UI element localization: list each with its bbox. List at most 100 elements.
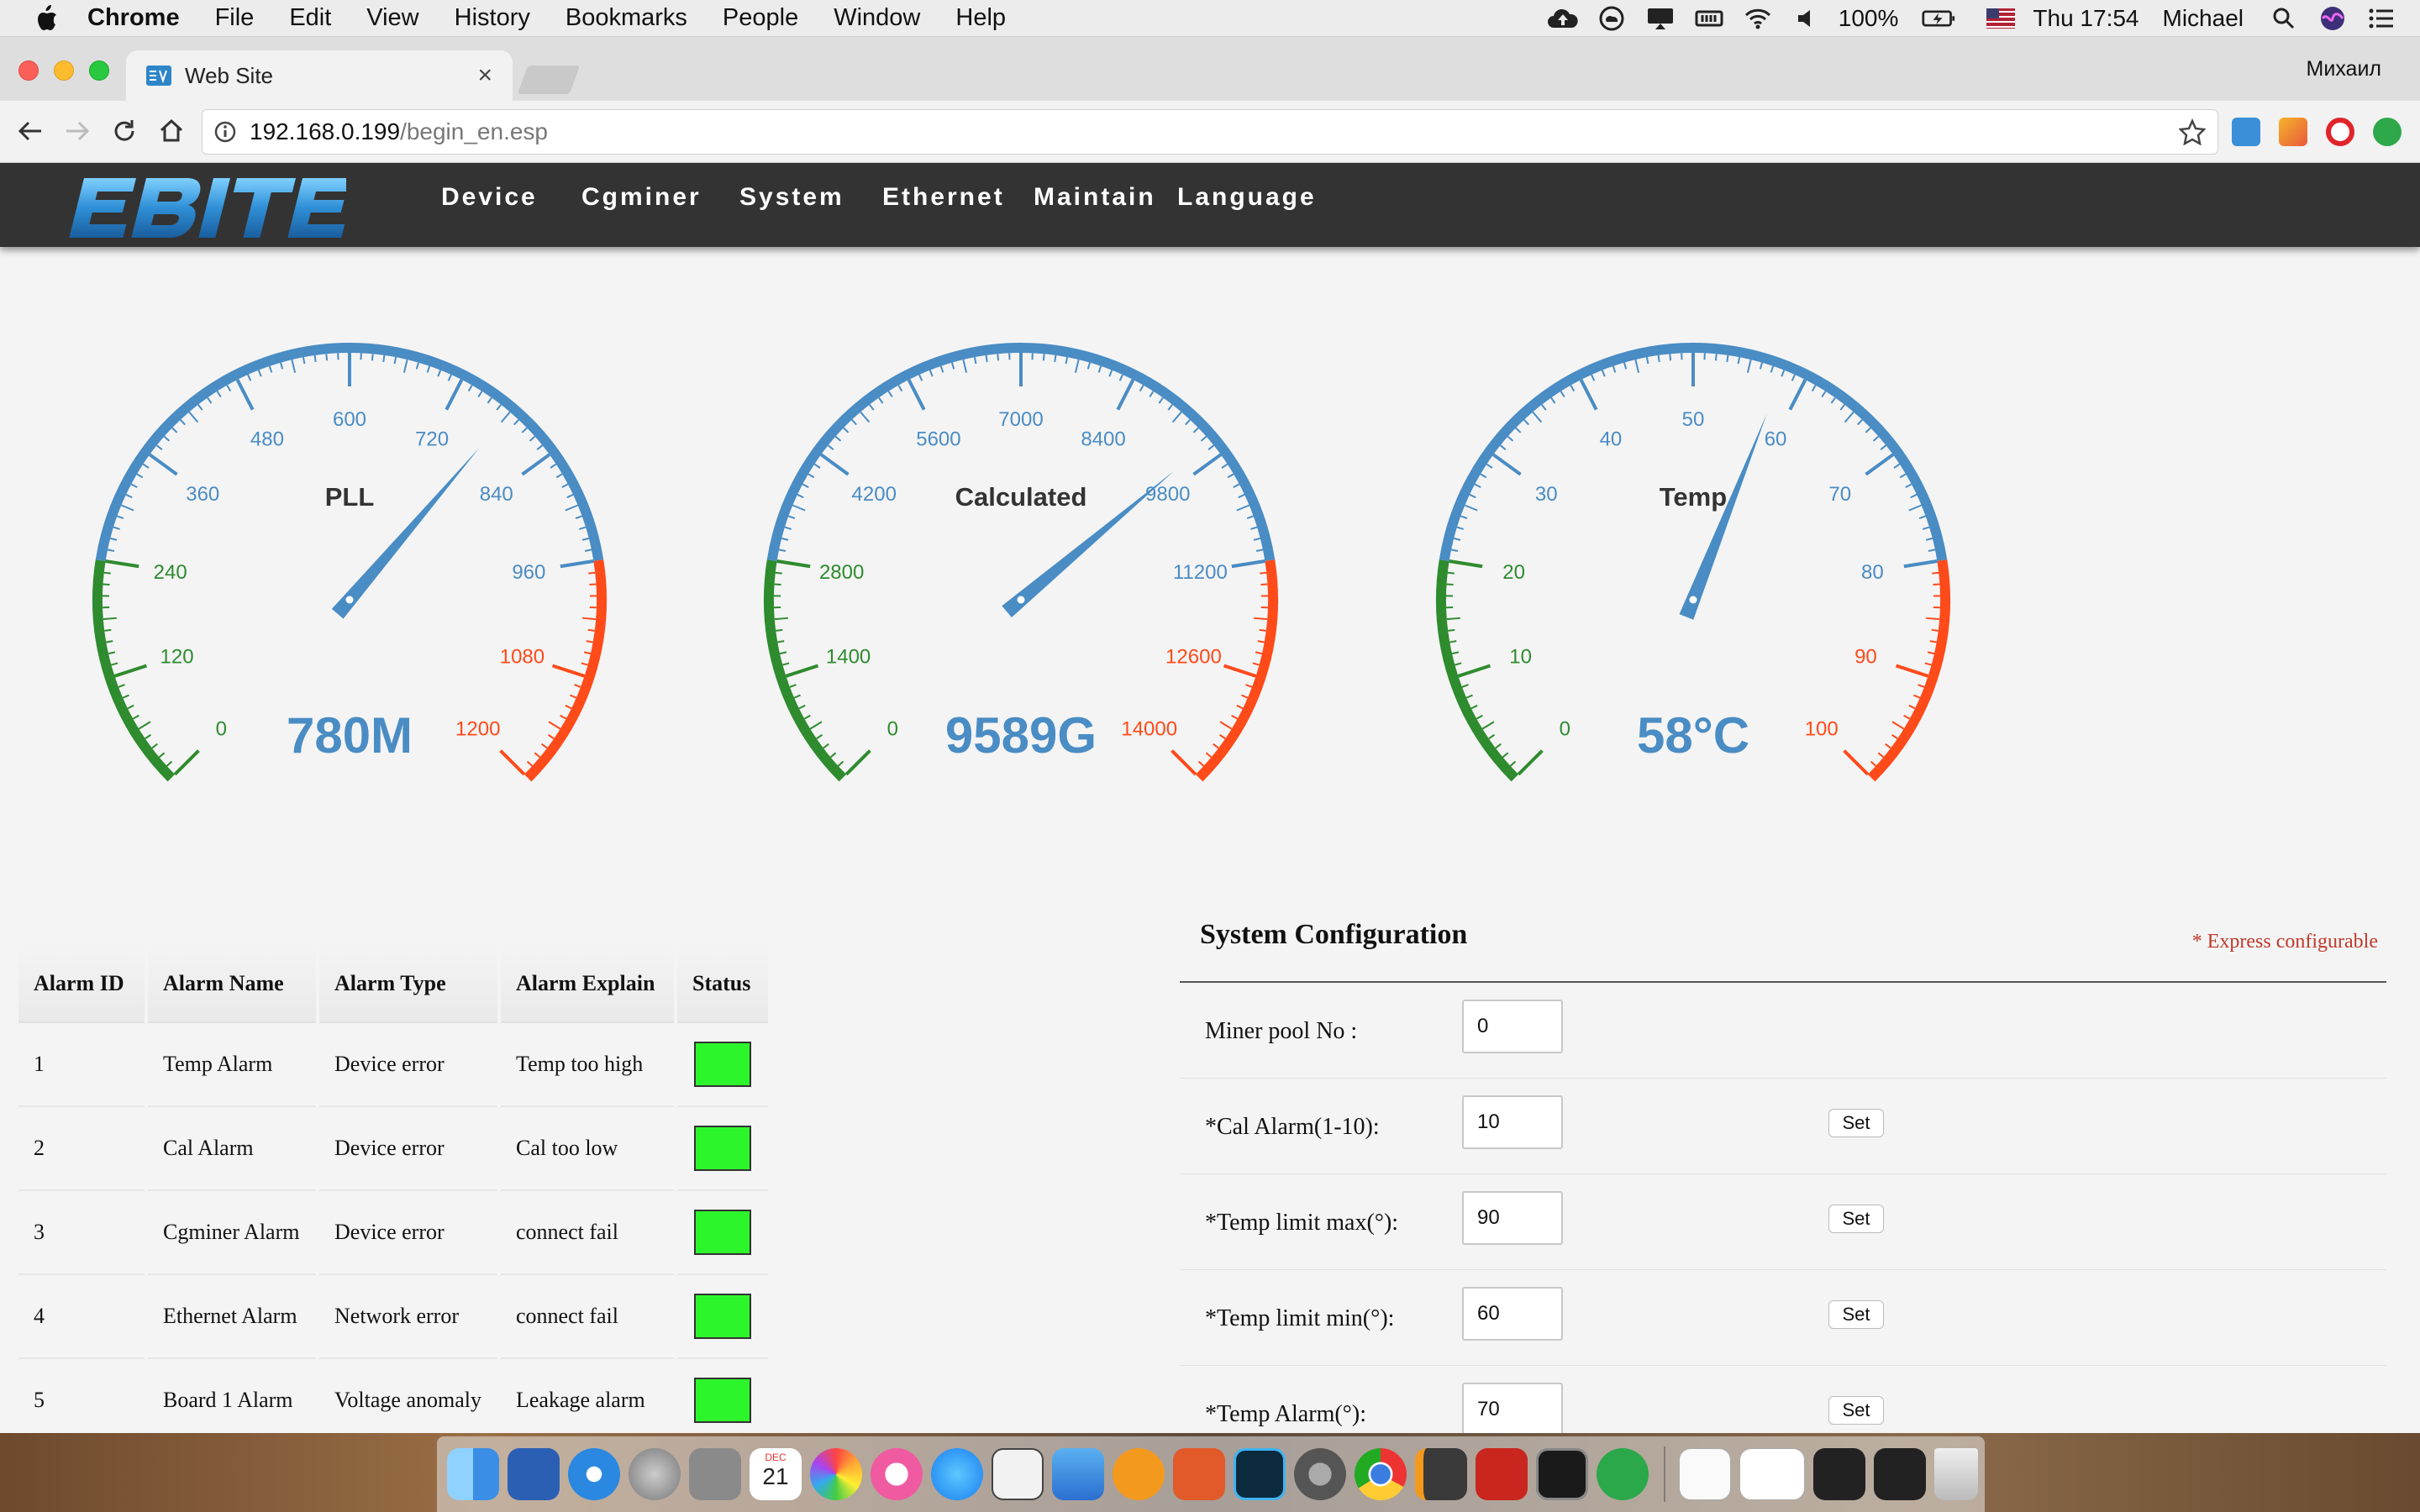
gauge-minor-tick [1449,640,1457,643]
itunes-icon[interactable] [871,1448,923,1500]
cal-alarm-input[interactable] [1462,1095,1563,1149]
gauge-major-tick [1491,453,1522,476]
extension-upload-icon[interactable] [2373,118,2402,146]
gauge-minor-tick [802,483,809,489]
temp-max-set-button[interactable]: Set [1828,1205,1884,1233]
minimize-window-button[interactable] [54,60,74,81]
window-thumbnail-icon[interactable] [1739,1448,1805,1500]
chrome-icon[interactable] [1355,1448,1407,1500]
nav-system[interactable]: System [739,183,844,212]
back-button[interactable] [13,114,47,148]
address-bar[interactable]: 192.168.0.199/begin_en.esp [202,109,2218,155]
ibooks-icon[interactable] [1113,1448,1165,1500]
menu-people[interactable]: People [723,4,798,32]
menu-file[interactable]: File [215,4,255,32]
menu-edit[interactable]: Edit [289,4,331,32]
menu-window[interactable]: Window [834,4,920,32]
user-name[interactable]: Michael [2163,5,2244,32]
photos-icon[interactable] [810,1448,862,1500]
alarm-id: 2 [18,1107,145,1191]
gauge-tick-label: 0 [887,718,898,741]
sketch-icon[interactable] [992,1448,1044,1500]
cal-alarm-set-button[interactable]: Set [1828,1109,1884,1137]
gauge-minor-tick [788,515,796,520]
trash-icon[interactable] [1934,1448,1978,1500]
temp-min-set-button[interactable]: Set [1828,1300,1884,1329]
gauge-minor-tick [226,385,232,392]
extension-colorful-icon[interactable] [2279,118,2307,146]
calendar-icon[interactable]: DEC 21 [750,1448,802,1500]
gauge-minor-tick [1759,362,1763,370]
gauge-minor-tick [1918,515,1926,520]
creative-cloud-icon[interactable] [1595,6,1628,31]
new-tab-button[interactable] [517,66,581,94]
ebite-logo[interactable] [60,171,346,244]
battery-icon[interactable] [1922,6,1955,31]
system-preferences-icon[interactable] [1294,1448,1346,1500]
nav-language[interactable]: Language [1177,183,1317,212]
alarm-name: Cal Alarm [148,1107,316,1191]
close-window-button[interactable] [18,60,39,81]
temp-alarm-input[interactable] [1462,1383,1563,1433]
forward-button[interactable] [60,114,94,148]
gauge-minor-tick [513,418,519,426]
temp-max-input[interactable] [1462,1191,1563,1245]
app-store-icon[interactable] [931,1448,983,1500]
nav-maintain[interactable]: Maintain [1034,183,1156,212]
gauge-minor-tick [1929,640,1937,643]
gauge-minor-tick [579,526,587,530]
notification-center-icon[interactable] [2365,6,2398,31]
browser-tab[interactable]: Web Site × [126,50,513,101]
tab-close-icon[interactable]: × [477,61,492,90]
home-button[interactable] [155,114,188,148]
word-icon[interactable] [508,1448,560,1500]
display-mirroring-icon[interactable] [1644,6,1677,31]
gauge-tick-label: 120 [160,646,194,669]
apple-icon[interactable] [34,4,59,33]
safari-icon[interactable] [568,1448,620,1500]
launchpad-icon[interactable] [629,1448,681,1500]
menu-bookmarks[interactable]: Bookmarks [566,4,687,32]
gauge-minor-tick [1455,662,1462,666]
photoshop-icon[interactable] [1234,1448,1286,1500]
cloud-upload-icon[interactable] [1546,6,1580,31]
menu-history[interactable]: History [455,4,530,32]
xcode-icon[interactable] [1052,1448,1104,1500]
nav-cgminer[interactable]: Cgminer [581,183,702,212]
nav-ethernet[interactable]: Ethernet [882,183,1005,212]
memory-icon[interactable] [1692,6,1726,31]
finder-icon[interactable] [447,1448,499,1500]
terminal-icon[interactable] [1536,1448,1588,1500]
maximize-window-button[interactable] [89,60,109,81]
terminal-window-icon[interactable] [1813,1448,1865,1500]
menu-view[interactable]: View [366,4,418,32]
extension-opera-icon[interactable] [2326,118,2354,146]
volume-icon[interactable] [1790,6,1823,31]
filezilla-icon[interactable] [1476,1448,1528,1500]
calculator-icon[interactable] [689,1448,741,1500]
bitcoin-icon[interactable] [1597,1448,1649,1500]
gauge-minor-tick [1908,704,1916,710]
bookmark-star-icon[interactable] [2179,118,2206,145]
miner-pool-input[interactable] [1462,1000,1563,1053]
clock[interactable]: Thu 17:54 [2033,5,2139,32]
gauge-minor-tick [1246,515,1254,520]
wifi-icon[interactable] [1741,6,1775,31]
siri-icon[interactable] [2316,6,2349,31]
profile-name[interactable]: Михаил [2307,57,2381,81]
info-icon[interactable] [214,121,236,143]
nav-device[interactable]: Device [441,183,538,212]
temp-alarm-set-button[interactable]: Set [1828,1396,1884,1425]
remote-desktop-icon[interactable] [1173,1448,1225,1500]
document-icon[interactable] [1679,1448,1731,1500]
gauge-minor-tick [402,359,408,373]
spotlight-search-icon[interactable] [2267,6,2301,31]
reload-button[interactable] [108,114,141,148]
us-flag-icon[interactable] [1984,6,2018,31]
menu-app-name[interactable]: Chrome [87,4,180,32]
menu-help[interactable]: Help [955,4,1006,32]
sublime-text-icon[interactable] [1415,1448,1467,1500]
terminal-window-2-icon[interactable] [1874,1448,1926,1500]
extension-s-icon[interactable] [2232,118,2260,146]
temp-min-input[interactable] [1462,1287,1563,1341]
